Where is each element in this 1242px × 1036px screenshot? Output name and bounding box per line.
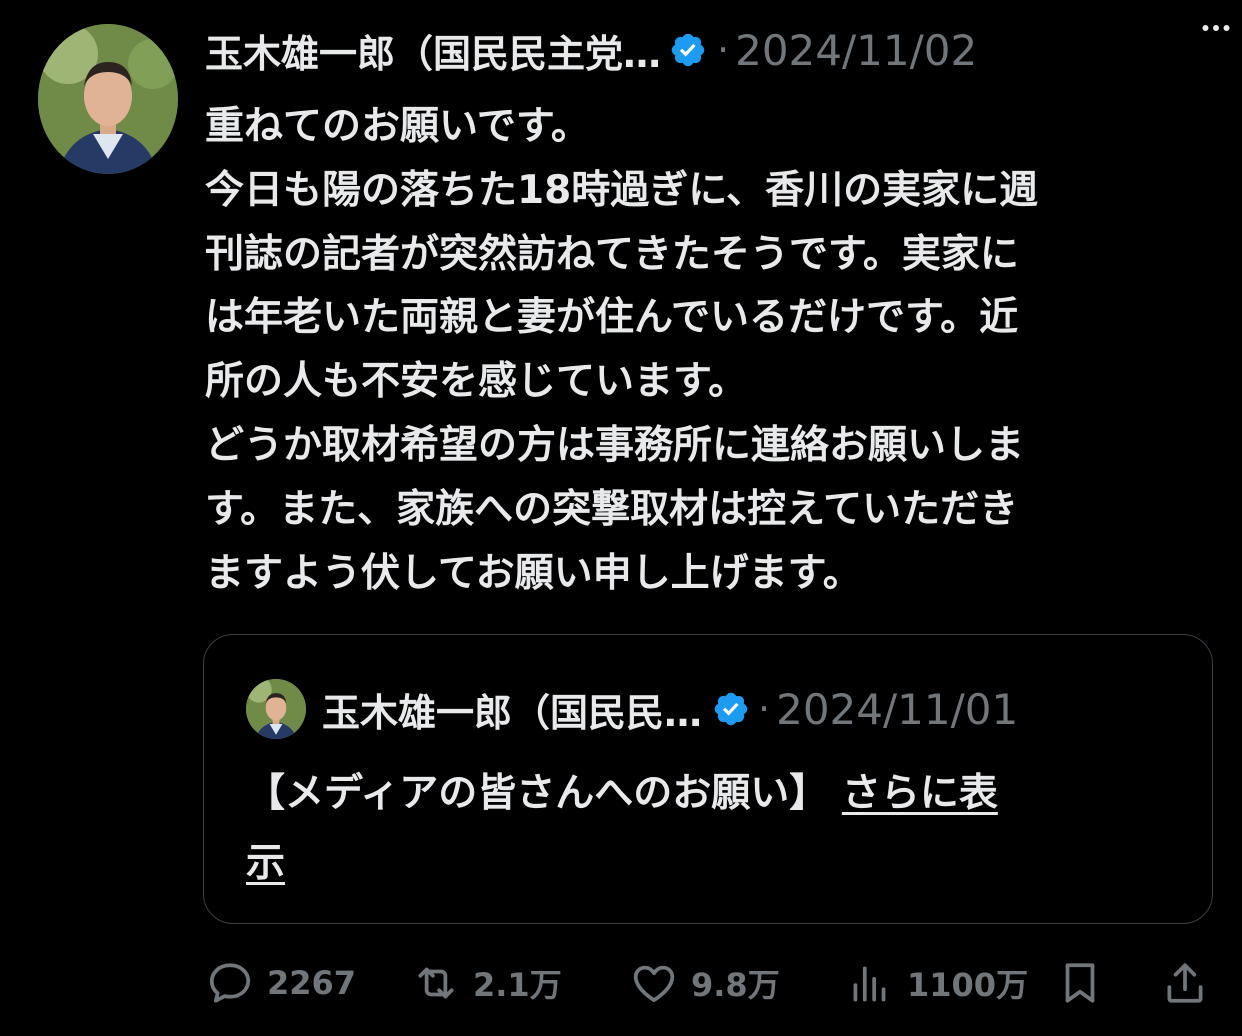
like-button[interactable]: 9.8万: [629, 948, 780, 1018]
bookmark-button[interactable]: [1055, 948, 1105, 1018]
views-count: 1100万: [907, 966, 1029, 1004]
more-options-icon[interactable]: [1196, 8, 1236, 48]
tweet-text-line: どうか取材希望の方は事務所に連絡お願いしま: [205, 422, 1025, 468]
tweet-text: 重ねてのお願いです。 今日も陽の落ちた18時過ぎに、香川の実家に週 刊誌の記者が…: [205, 95, 1217, 605]
quoted-tweet-card[interactable]: 玉木雄一郎（国民民… · 2024/11/01 【メディアの皆さんへのお願い】 …: [203, 634, 1213, 924]
bookmark-icon: [1065, 963, 1095, 1003]
tweet-header: 玉木雄一郎（国民民主党… · 2024/11/02: [205, 20, 1212, 80]
tweet-text-line: 所の人も不安を感じています。: [205, 359, 748, 405]
quoted-tweet-header: 玉木雄一郎（国民民… · 2024/11/01: [322, 677, 1018, 741]
header-separator: ·: [717, 28, 730, 72]
quoted-header-separator: ·: [758, 687, 771, 731]
show-more-link[interactable]: さらに表: [842, 771, 998, 816]
quoted-text-line: 示: [246, 829, 1176, 899]
reply-icon: [209, 963, 251, 1003]
quoted-tweet-date: 2024/11/01: [776, 684, 1019, 734]
quoted-text-content: 【メディアの皆さんへのお願い】: [246, 771, 829, 816]
reply-button[interactable]: 2267: [205, 948, 356, 1018]
show-more-link[interactable]: 示: [246, 841, 285, 886]
retweet-icon: [418, 967, 454, 999]
tweet-text-line: 重ねてのお願いです。: [205, 104, 590, 149]
reply-count: 2267: [267, 964, 357, 1002]
quoted-author-name: 玉木雄一郎（国民民…: [322, 690, 703, 735]
retweet-button[interactable]: 2.1万: [411, 948, 562, 1018]
tweet-text-line: す。また、家族への突撃取材は控えていただき: [205, 486, 1019, 532]
verified-badge-icon: [671, 33, 705, 67]
tweet-text-line: ますよう伏してお願い申し上げます。: [205, 550, 862, 596]
retweet-count: 2.1万: [473, 966, 562, 1004]
author-avatar[interactable]: [38, 24, 178, 174]
quoted-author-avatar: [246, 679, 306, 739]
author-photo: [38, 24, 178, 174]
tweet-text-line: 刊誌の記者が突然訪ねてきたそうです。実家に: [205, 231, 1019, 277]
tweet-date[interactable]: 2024/11/02: [735, 26, 977, 75]
share-icon: [1167, 963, 1203, 1003]
share-button[interactable]: [1160, 948, 1210, 1018]
quoted-text-line: 【メディアの皆さんへのお願い】 さらに表: [246, 759, 1176, 829]
views-chart-icon: [853, 966, 886, 1002]
tweet-text-line: 今日も陽の落ちた18時過ぎに、香川の実家に週: [205, 167, 1039, 213]
tweet-action-bar: 2267 2.1万 9.8万 1100万: [205, 948, 1217, 1018]
verified-badge-icon: [714, 692, 748, 726]
tweet-text-line: は年老いた両親と妻が住んでいるだけです。近: [205, 295, 1019, 341]
author-name[interactable]: 玉木雄一郎（国民民主党…: [205, 23, 661, 78]
like-count: 9.8万: [691, 966, 780, 1004]
quoted-author-photo: [246, 679, 306, 739]
views-button[interactable]: 1100万: [845, 948, 1028, 1018]
heart-icon: [633, 965, 675, 1002]
quoted-tweet-text: 【メディアの皆さんへのお願い】 さらに表 示: [246, 759, 1176, 899]
